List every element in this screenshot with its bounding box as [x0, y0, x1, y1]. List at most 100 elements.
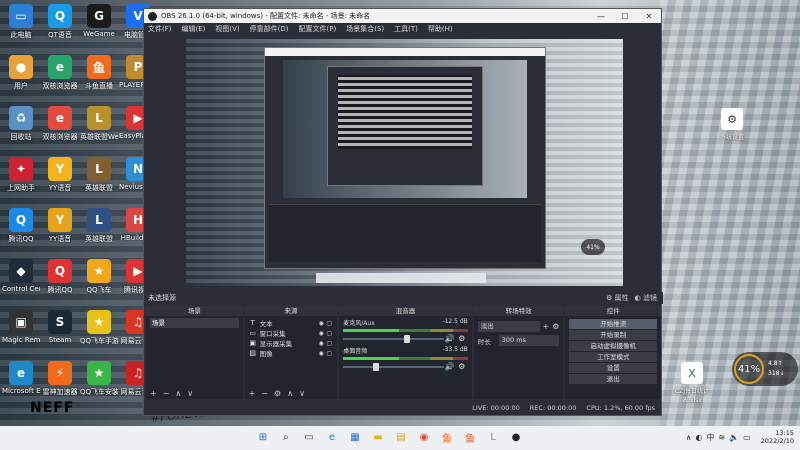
menu-item[interactable]: 帮助(H): [428, 24, 453, 34]
menu-item[interactable]: 工具(T): [394, 24, 418, 34]
move-up-icon[interactable]: ∧: [175, 389, 181, 398]
menu-item[interactable]: 编辑(E): [182, 24, 206, 34]
plus-icon[interactable]: +: [543, 322, 550, 331]
gear-icon[interactable]: ⚙: [552, 322, 559, 331]
obs-icon[interactable]: ●: [507, 428, 525, 446]
chrome-icon[interactable]: ◉: [415, 428, 433, 446]
volume-slider[interactable]: [343, 362, 444, 371]
remove-icon[interactable]: −: [261, 389, 268, 398]
douyu-icon[interactable]: 鱼: [438, 428, 456, 446]
desktop-icon[interactable]: ⚡ 雷神加速器: [41, 361, 79, 397]
desktop-icon[interactable]: L 英雄联盟: [80, 208, 118, 244]
source-item[interactable]: ▭ 窗口采集 ◉ ▢: [249, 328, 334, 338]
transition-select[interactable]: 淡出: [477, 321, 540, 332]
network-speed-widget[interactable]: 41% 4.8↑ 318↓: [732, 352, 798, 386]
lock-icon[interactable]: ▢: [325, 320, 333, 327]
menu-item[interactable]: 文件(F): [148, 24, 172, 34]
eye-icon[interactable]: ◉: [317, 340, 325, 347]
gear-icon[interactable]: ⚙: [456, 362, 468, 371]
menu-item[interactable]: 场景集合(S): [346, 24, 384, 34]
start-streaming-button[interactable]: 开始推流: [569, 319, 658, 329]
desktop-icon[interactable]: L 英雄联盟: [80, 157, 118, 193]
store-icon[interactable]: ▦: [346, 428, 364, 446]
explorer-icon[interactable]: ▬: [369, 428, 387, 446]
move-up-icon[interactable]: ∧: [287, 389, 293, 398]
gear-icon[interactable]: ⚙: [274, 389, 281, 398]
desktop-icon[interactable]: Q 腾讯QQ: [2, 208, 40, 244]
chevron-up-icon[interactable]: ∧: [686, 433, 692, 442]
ime-icon[interactable]: 中: [706, 432, 714, 443]
filters-button[interactable]: ◐ 滤镜: [635, 293, 657, 303]
gear-icon[interactable]: ⚙: [456, 334, 468, 343]
desktop-icon[interactable]: ♻ 回收站: [2, 106, 40, 142]
exit-button[interactable]: 退出: [569, 374, 658, 384]
desktop-icon[interactable]: e 双核浏览器: [41, 106, 79, 142]
obs-titlebar[interactable]: OBS 26.1.0 (64-bit, windows) - 配置文件: 未命名…: [144, 9, 661, 23]
volume-icon[interactable]: 🔈: [729, 433, 739, 442]
speaker-icon[interactable]: 🔊: [444, 334, 456, 343]
league-icon[interactable]: L: [484, 428, 502, 446]
studio-mode-button[interactable]: 工作室模式: [569, 352, 658, 362]
desktop-icon[interactable]: ▭ 此电脑: [2, 4, 40, 40]
app-tray-icon[interactable]: ◐: [695, 433, 702, 442]
eye-icon[interactable]: ◉: [317, 320, 325, 327]
desktop-icon-excel[interactable]: X CZJ每日统计表.xlsx: [672, 362, 712, 404]
eye-icon[interactable]: ◉: [317, 350, 325, 357]
menu-item[interactable]: 配置文件(P): [299, 24, 337, 34]
maximize-icon[interactable]: ☐: [613, 12, 637, 21]
battery-icon[interactable]: ▭: [743, 433, 751, 442]
settings-button[interactable]: 设置: [569, 363, 658, 373]
search-icon[interactable]: ⌕: [277, 428, 295, 446]
lock-icon[interactable]: ▢: [325, 330, 333, 337]
move-down-icon[interactable]: ∨: [187, 389, 193, 398]
clock[interactable]: 13:15 2022/2/10: [761, 429, 794, 445]
desktop-icon-settings[interactable]: ⚙ 系统设置: [712, 108, 752, 141]
desktop-icon[interactable]: G WeGame: [80, 4, 118, 38]
desktop-icon[interactable]: ● 用户: [2, 55, 40, 91]
desktop-icon[interactable]: Q QT语音: [41, 4, 79, 40]
lock-icon[interactable]: ▢: [325, 350, 333, 357]
menu-item[interactable]: 视图(V): [215, 24, 239, 34]
desktop-icon[interactable]: ◆ Control Center: [2, 259, 40, 293]
eye-icon[interactable]: ◉: [317, 330, 325, 337]
desktop-icon[interactable]: L 英雄联盟WeGame版: [80, 106, 118, 142]
source-item[interactable]: ▣ 显示器采集 ◉ ▢: [249, 338, 334, 348]
douyu2-icon[interactable]: 鱼: [461, 428, 479, 446]
add-icon[interactable]: +: [249, 389, 256, 398]
desktop-icon[interactable]: e 双核浏览器: [41, 55, 79, 91]
edge-icon[interactable]: e: [323, 428, 341, 446]
duration-input[interactable]: 300 ms: [498, 335, 560, 346]
remove-icon[interactable]: −: [163, 389, 170, 398]
files-icon[interactable]: ▤: [392, 428, 410, 446]
volume-slider[interactable]: [343, 334, 444, 343]
taskview-icon[interactable]: ▭: [300, 428, 318, 446]
properties-button[interactable]: ⚙ 属性: [606, 293, 629, 303]
lock-icon[interactable]: ▢: [325, 340, 333, 347]
desktop-icon[interactable]: ★ QQ飞车: [80, 259, 118, 295]
slider-knob[interactable]: [373, 362, 380, 371]
desktop-icon[interactable]: S Steam: [41, 310, 79, 344]
start-virtual-camera-button[interactable]: 启动虚拟摄像机: [569, 341, 658, 351]
desktop-icon[interactable]: Q 腾讯QQ: [41, 259, 79, 295]
desktop-icon[interactable]: ✦ 上网助手: [2, 157, 40, 193]
desktop-icon[interactable]: Y YY语音: [41, 208, 79, 244]
desktop-icon[interactable]: e Microsoft Edge: [2, 361, 40, 395]
close-icon[interactable]: ✕: [637, 12, 661, 21]
desktop-icon[interactable]: ▣ Magic Remote: [2, 310, 40, 344]
start-recording-button[interactable]: 开始录制: [569, 330, 658, 340]
start-icon[interactable]: ⊞: [254, 428, 272, 446]
source-item[interactable]: ▨ 图像 ◉ ▢: [249, 348, 334, 358]
desktop-icon[interactable]: ★ QQ飞车安装程序: [80, 361, 118, 397]
add-icon[interactable]: +: [150, 389, 157, 398]
desktop-icon[interactable]: Y YY语音: [41, 157, 79, 193]
preview-canvas[interactable]: 41%: [186, 39, 623, 286]
minimize-icon[interactable]: —: [589, 12, 613, 21]
desktop-icon[interactable]: ★ QQ飞车手游助手: [80, 310, 118, 346]
speaker-icon[interactable]: 🔊: [444, 362, 456, 371]
wifi-icon[interactable]: ≋: [718, 433, 725, 442]
source-item[interactable]: T 文本 ◉ ▢: [249, 318, 334, 328]
slider-knob[interactable]: [403, 334, 410, 343]
move-down-icon[interactable]: ∨: [299, 389, 305, 398]
desktop-icon[interactable]: 鱼斗鱼直播: [80, 55, 118, 91]
scene-item[interactable]: 场景: [150, 318, 239, 328]
